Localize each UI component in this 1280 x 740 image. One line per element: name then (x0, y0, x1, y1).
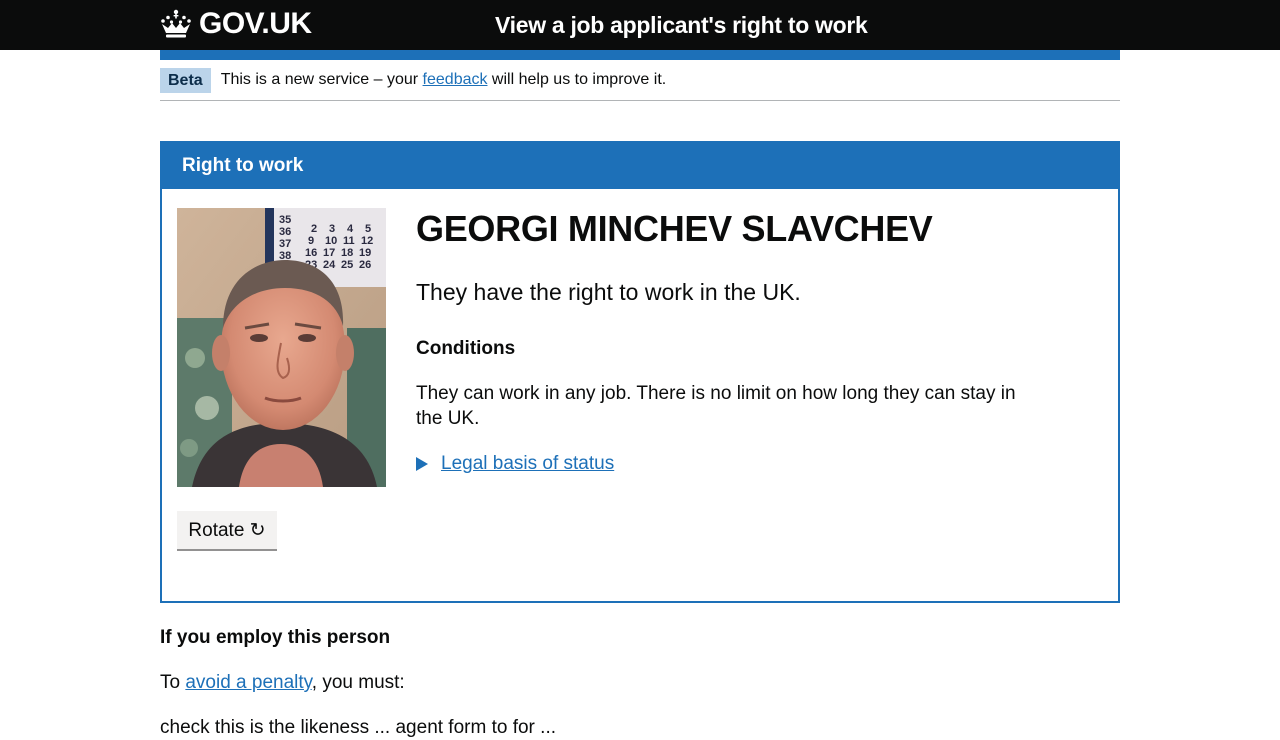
svg-text:26: 26 (359, 259, 371, 271)
svg-text:9: 9 (308, 235, 314, 247)
svg-text:5: 5 (365, 223, 371, 235)
svg-text:25: 25 (341, 259, 353, 271)
employ-heading: If you employ this person (160, 627, 391, 648)
svg-text:11: 11 (343, 235, 355, 247)
conditions-text: They can work in any job. There is no li… (416, 383, 1016, 429)
site-header: GOV.UK View a job applicant's right to w… (0, 0, 1280, 50)
svg-text:24: 24 (323, 259, 336, 271)
service-name-link[interactable]: View a job applicant's right to work (495, 9, 868, 41)
right-to-work-panel: Right to work 35 36 37 38 2 3 4 5 9 10 1… (160, 141, 1120, 603)
svg-text:12: 12 (361, 235, 373, 247)
beta-tag: Beta (160, 67, 211, 93)
header-container: GOV.UK View a job applicant's right to w… (160, 0, 1120, 50)
header-blue-bar (160, 50, 1120, 60)
svg-text:16: 16 (305, 247, 317, 259)
svg-text:3: 3 (329, 223, 335, 235)
svg-text:17: 17 (323, 247, 335, 259)
main-content: Right to work 35 36 37 38 2 3 4 5 9 10 1… (160, 141, 1120, 740)
employ-text-after: , you must: (311, 672, 405, 693)
svg-text:2: 2 (311, 223, 317, 235)
phase-banner: Beta This is a new service – your feedba… (160, 60, 1120, 101)
applicant-name: GEORGI MINCHEV SLAVCHEV (416, 208, 933, 249)
employ-next-line: check this is the likeness ... agent for… (160, 717, 557, 738)
svg-text:37: 37 (279, 238, 291, 250)
legal-basis-link[interactable]: Legal basis of status (441, 451, 614, 476)
phase-text-after: will help us to improve it. (487, 71, 667, 88)
feedback-link[interactable]: feedback (423, 71, 488, 88)
phase-banner-text: This is a new service – your feedback wi… (221, 71, 667, 89)
employ-text-before: To (160, 672, 186, 693)
employ-text: To avoid a penalty, you must: (160, 670, 1120, 695)
avoid-penalty-link[interactable]: avoid a penalty (185, 672, 311, 693)
triangle-right-icon[interactable] (416, 456, 428, 471)
svg-text:36: 36 (279, 226, 291, 238)
svg-text:10: 10 (325, 235, 337, 247)
crown-icon (160, 9, 192, 39)
svg-text:19: 19 (359, 247, 371, 259)
legal-basis-details[interactable]: Legal basis of status (416, 451, 1036, 476)
applicant-photo: 35 36 37 38 2 3 4 5 9 10 11 12 16 17 18 … (177, 208, 386, 487)
panel-heading: Right to work (162, 143, 1118, 189)
rotate-button[interactable]: Rotate ↻ (177, 511, 277, 549)
conditions-heading: Conditions (416, 338, 516, 359)
logo-text: GOV.UK (199, 7, 312, 40)
right-to-work-status: They have the right to work in the UK. (416, 279, 801, 305)
applicant-details: GEORGI MINCHEV SLAVCHEV They have the ri… (416, 208, 1036, 476)
svg-text:35: 35 (279, 214, 291, 226)
svg-text:4: 4 (347, 223, 354, 235)
phase-text-before: This is a new service – your (220, 71, 423, 88)
govuk-logo-link[interactable]: GOV.UK (160, 6, 312, 42)
svg-text:18: 18 (341, 247, 353, 259)
